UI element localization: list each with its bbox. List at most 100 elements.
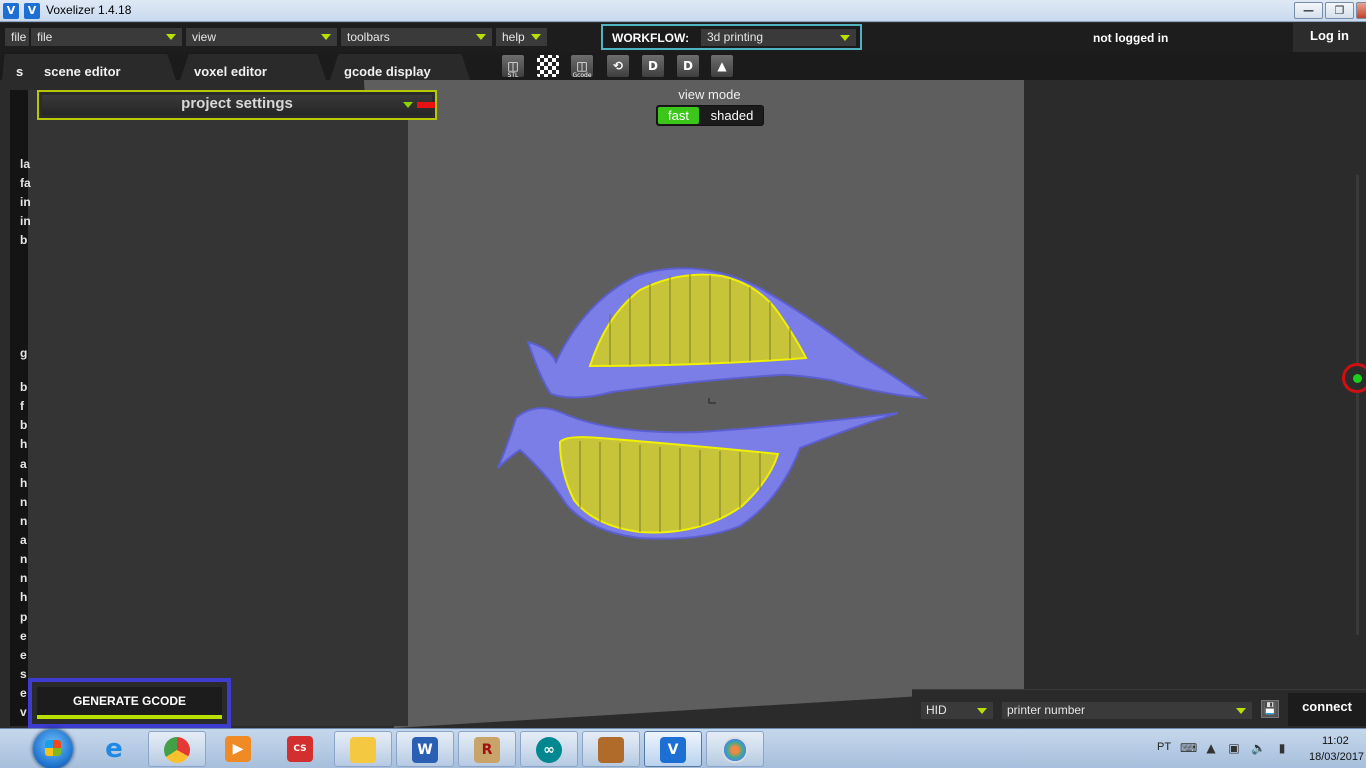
- login-button[interactable]: Log in: [1293, 23, 1366, 52]
- taskbar-rhino[interactable]: R: [458, 731, 516, 767]
- build-plate: [364, 80, 1054, 728]
- chevron-down-icon: [1236, 708, 1246, 714]
- tab-scene-editor[interactable]: scene editor: [30, 54, 176, 80]
- view-d-icon[interactable]: D: [641, 54, 665, 78]
- connect-button[interactable]: connect: [1288, 693, 1366, 726]
- tab-gcode-display[interactable]: gcode display: [330, 54, 470, 80]
- taskbar-explorer[interactable]: [334, 731, 392, 767]
- taskbar-eagle[interactable]: CS: [272, 731, 330, 767]
- word-icon: W: [412, 737, 438, 763]
- sidebar-label: b: [20, 380, 28, 394]
- menu-view[interactable]: view: [186, 28, 337, 46]
- view-mode-toggle: fast shaded: [656, 105, 764, 126]
- generate-gcode-button[interactable]: GENERATE GCODE: [37, 687, 222, 719]
- view-mode-shaded-button[interactable]: shaded: [703, 107, 761, 124]
- taskbar-voxelizer[interactable]: V: [644, 731, 702, 767]
- chevron-down-icon: [977, 708, 987, 714]
- open-stl-caption: STL: [507, 72, 519, 79]
- layer-slider-handle[interactable]: [1342, 363, 1366, 393]
- chevron-down-icon[interactable]: [403, 102, 413, 108]
- sidebar-label: h: [20, 590, 28, 604]
- status-indicator-icon: [417, 102, 435, 108]
- voxelizer-icon: V: [660, 737, 686, 763]
- taskbar-chrome[interactable]: [148, 731, 206, 767]
- open-stl-icon[interactable]: ◫ STL: [501, 54, 525, 79]
- connection-type-dropdown[interactable]: HID: [921, 702, 993, 719]
- clock-time[interactable]: 11:02: [1322, 735, 1349, 747]
- network-signal-icon[interactable]: ▮: [1275, 741, 1289, 755]
- workflow-value: 3d printing: [707, 30, 764, 44]
- sidebar-label: e: [20, 629, 27, 643]
- view-mode-fast-button[interactable]: fast: [658, 107, 699, 124]
- open-gcode-caption: Gcode: [572, 72, 592, 79]
- checker-icon[interactable]: [536, 54, 560, 78]
- tab-scene-editor-label: scene editor: [44, 64, 121, 79]
- sidebar-label: fa: [20, 176, 31, 190]
- workflow-dropdown[interactable]: 3d printing: [701, 29, 856, 46]
- tab-voxel-editor[interactable]: voxel editor: [180, 54, 326, 80]
- sidebar-label: h: [20, 437, 28, 451]
- tab-gcode-display-label: gcode display: [344, 64, 431, 79]
- usb-device-icon[interactable]: ▣: [1227, 741, 1241, 755]
- menu-bar: file file view toolbars help WORKFLOW: 3…: [0, 23, 1366, 52]
- workflow-selector: WORKFLOW: 3d printing: [601, 24, 862, 50]
- clock-date[interactable]: 18/03/2017: [1309, 751, 1364, 763]
- show-hidden-icons-icon[interactable]: ▲: [1204, 741, 1218, 755]
- taskbar-media-player[interactable]: ▶: [210, 731, 268, 767]
- sidebar-label: s: [20, 667, 27, 681]
- open-gcode-icon[interactable]: ◫ Gcode: [570, 54, 594, 79]
- sidebar-label: a: [20, 457, 27, 471]
- taskbar-word[interactable]: W: [396, 731, 454, 767]
- login-status: not logged in: [1093, 31, 1169, 45]
- taskbar-ie[interactable]: e: [86, 731, 144, 767]
- taskbar-coppercam[interactable]: [582, 731, 640, 767]
- menu-help[interactable]: help: [496, 28, 547, 46]
- language-indicator[interactable]: PT: [1157, 741, 1171, 753]
- printer-connection-bar: HID printer number 💾 connect: [912, 689, 1366, 728]
- slice-icon[interactable]: ▲: [710, 54, 734, 78]
- minimize-button[interactable]: —: [1294, 2, 1323, 19]
- sidebar-label: e: [20, 648, 27, 662]
- rhino-icon: R: [474, 737, 500, 763]
- menu-file-short-label: file: [11, 30, 27, 44]
- save-icon[interactable]: 💾: [1261, 700, 1279, 718]
- window-titlebar: V V Voxelizer 1.4.18 — ❐: [0, 0, 1366, 22]
- keyboard-icon[interactable]: ⌨: [1180, 741, 1197, 755]
- sidebar-label: n: [20, 571, 28, 585]
- tab-voxel-editor-label: voxel editor: [194, 64, 267, 79]
- workflow-label: WORKFLOW:: [612, 31, 690, 45]
- restore-button[interactable]: ❐: [1325, 2, 1354, 19]
- eagle-icon: CS: [287, 736, 313, 762]
- project-settings-panel[interactable]: project settings: [37, 90, 437, 120]
- editor-tab-bar: s scene editor voxel editor gcode displa…: [0, 52, 1366, 80]
- printer-number-value: printer number: [1007, 703, 1086, 717]
- menu-file-short[interactable]: file: [5, 28, 29, 46]
- voxelizer-app-icon: V: [24, 3, 40, 19]
- sidebar-label: n: [20, 514, 28, 528]
- printer-number-dropdown[interactable]: printer number: [1002, 702, 1252, 719]
- taskbar-arduino[interactable]: ∞: [520, 731, 578, 767]
- start-button[interactable]: [33, 729, 73, 768]
- rotate-icon[interactable]: ⟲: [606, 54, 630, 78]
- windows-taskbar: e ▶ CS W R ∞ V PT ⌨ ▲ ▣ 🔈 ▮ 11:02 18/03/…: [0, 728, 1366, 768]
- close-button[interactable]: [1356, 2, 1366, 19]
- volume-icon[interactable]: 🔈: [1251, 741, 1266, 755]
- paint-icon: [722, 737, 748, 763]
- media-player-icon: ▶: [225, 736, 251, 762]
- sidebar-label: n: [20, 495, 28, 509]
- sidebar-panel: [28, 90, 408, 726]
- sidebar-label: n: [20, 552, 28, 566]
- file-explorer-icon: [350, 737, 376, 763]
- screen: V V Voxelizer 1.4.18 — ❐ file file view …: [0, 0, 1366, 768]
- menu-toolbars[interactable]: toolbars: [341, 28, 492, 46]
- 3d-viewport[interactable]: la fa in in b g b f b h a h n n a n n h …: [0, 80, 1366, 728]
- sidebar-label: b: [20, 233, 28, 247]
- tab-cut-label: s: [16, 64, 24, 79]
- layer-slider-track[interactable]: [1356, 175, 1359, 635]
- taskbar-paint[interactable]: [706, 731, 764, 767]
- view-d2-icon[interactable]: D: [676, 54, 700, 78]
- sidebar-label: v: [20, 705, 27, 719]
- sidebar-label: in: [20, 195, 31, 209]
- menu-file[interactable]: file: [31, 28, 182, 46]
- chevron-down-icon: [476, 34, 486, 40]
